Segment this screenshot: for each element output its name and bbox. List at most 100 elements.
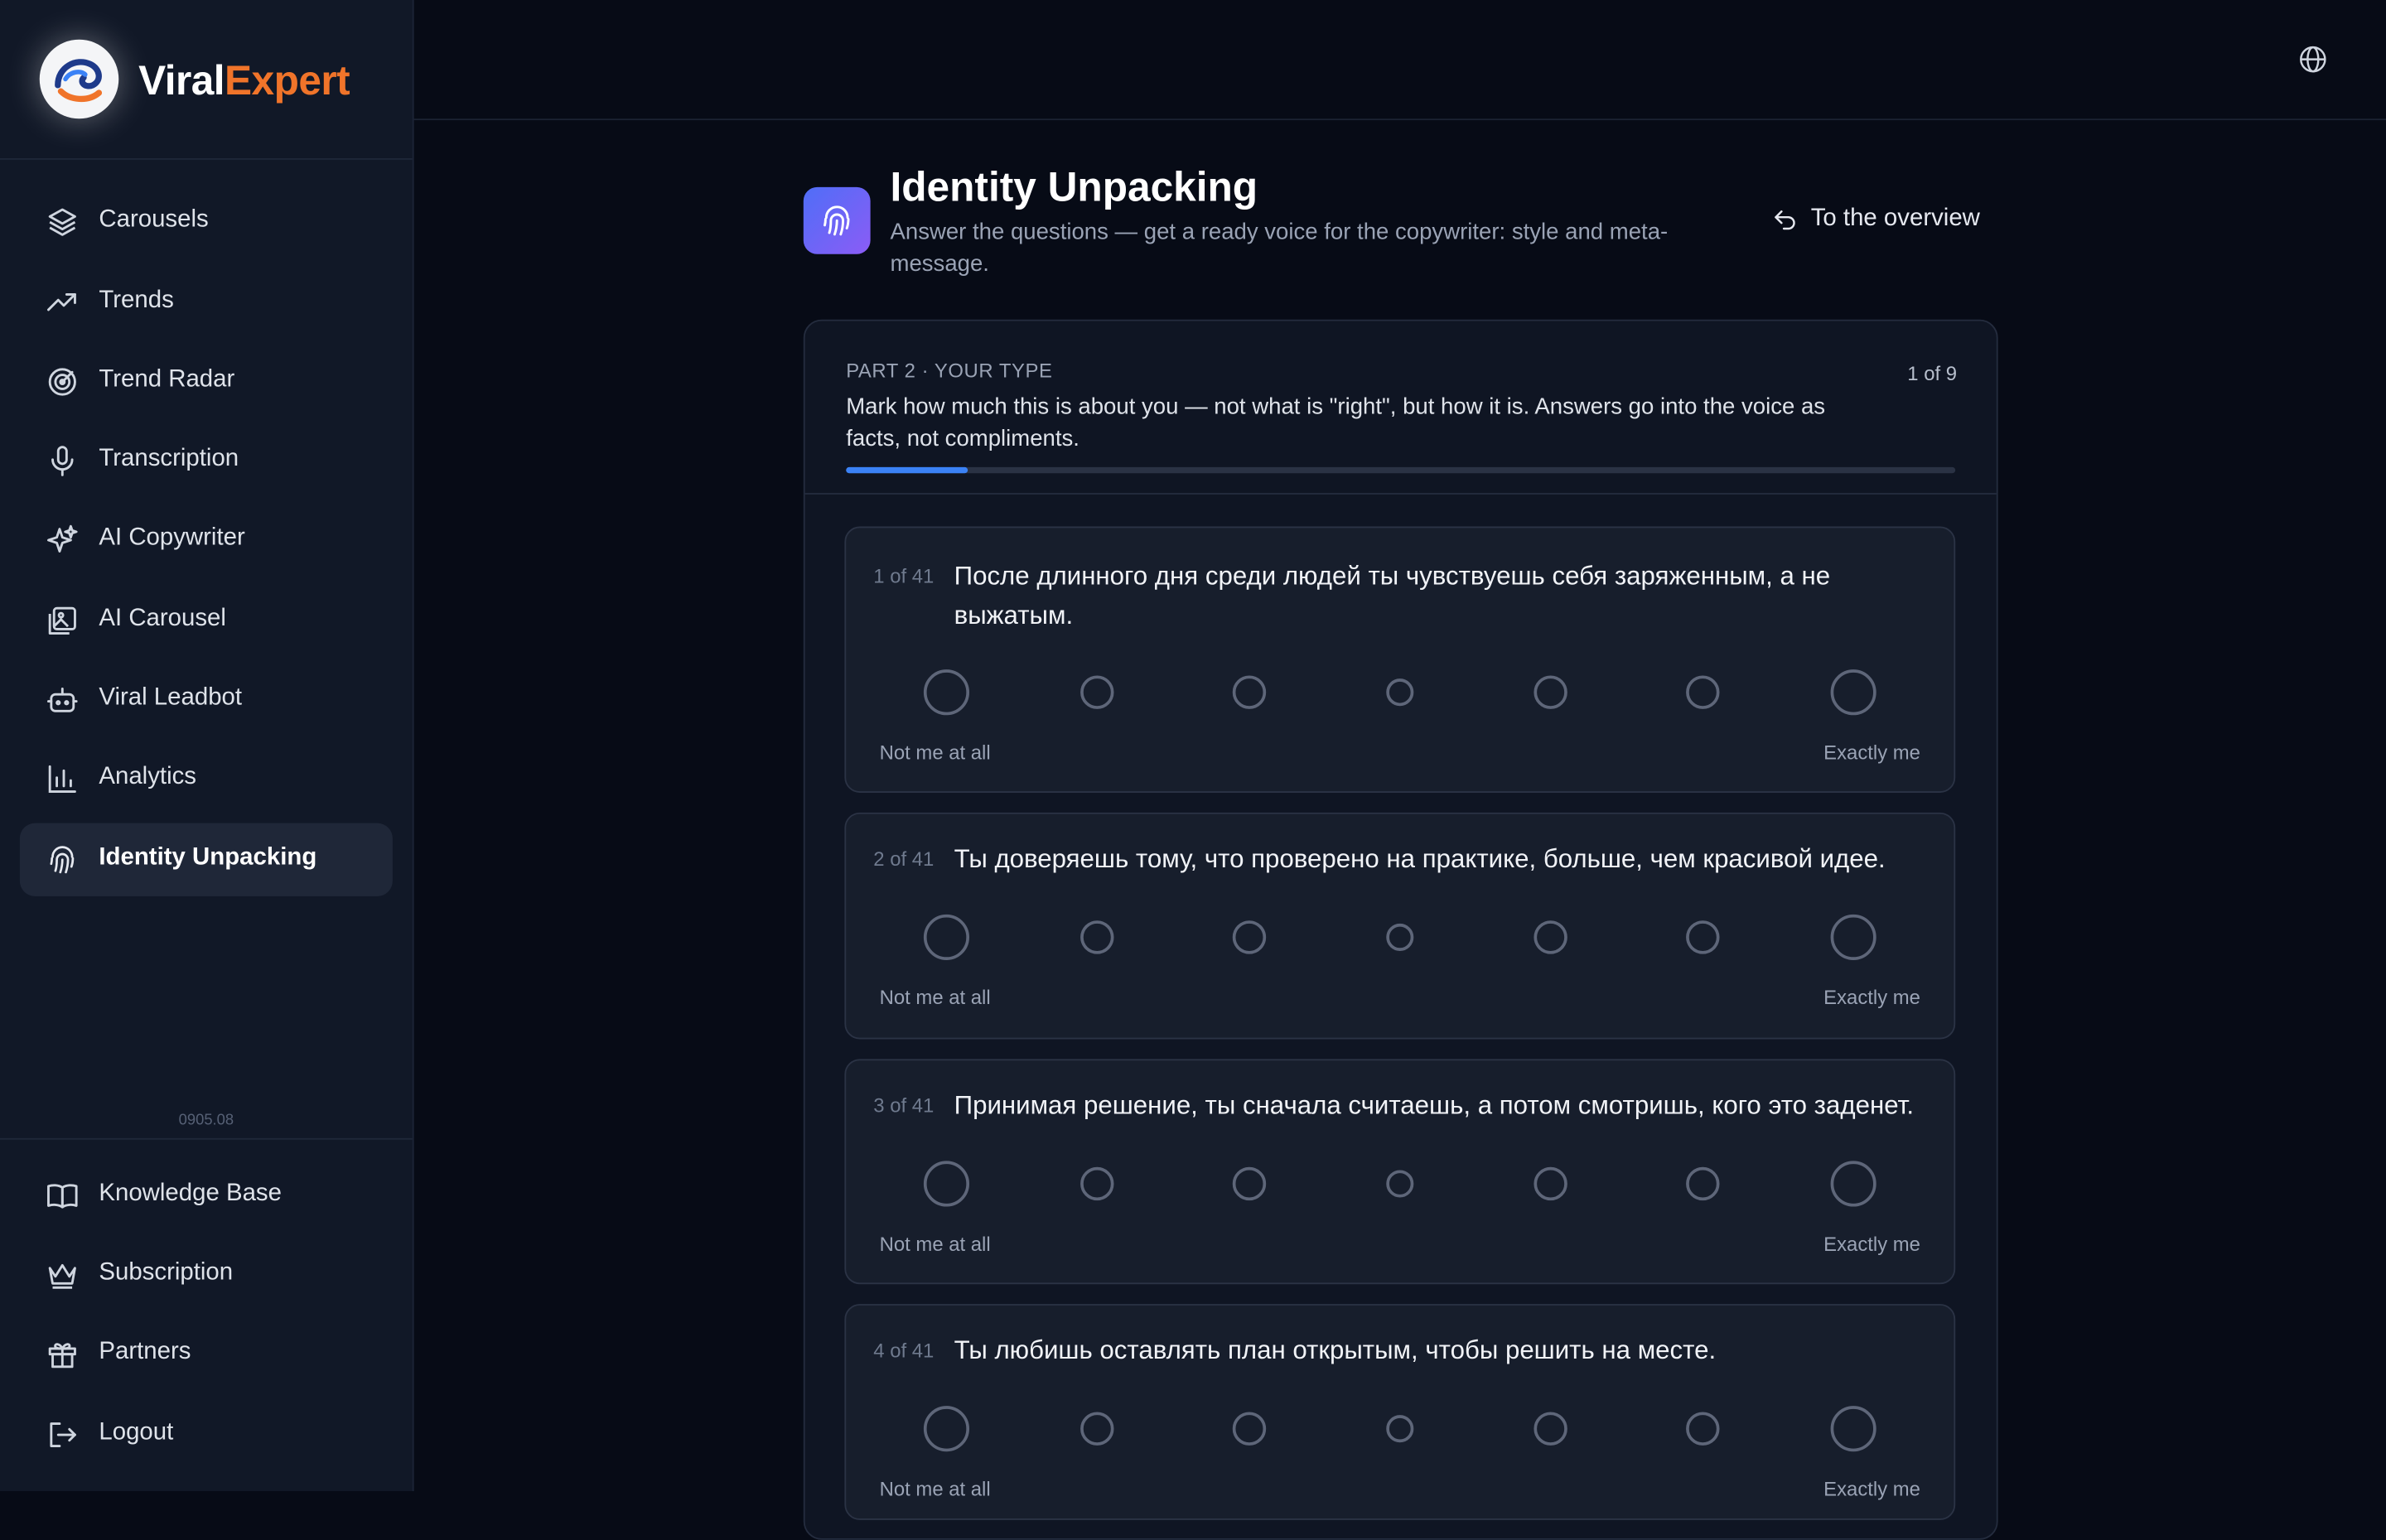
likert-option-6[interactable] [1686, 1412, 1720, 1446]
likert-option-1[interactable] [923, 1161, 969, 1207]
crown-icon [48, 1263, 76, 1289]
bar-chart-icon [48, 765, 76, 793]
section-counter: 1 of 9 [1907, 362, 1958, 385]
sidebar-item-carousels[interactable]: Carousels [20, 186, 393, 258]
likert-scale [846, 666, 1954, 717]
undo-arrow-icon [1775, 210, 1795, 230]
scale-label-high: Exactly me [1823, 741, 1920, 765]
likert-option-2[interactable] [1080, 1166, 1114, 1201]
section-progress-fill [846, 466, 968, 474]
scale-label-low: Not me at all [879, 741, 991, 765]
sidebar-item-label: Viral Leadbot [99, 684, 243, 711]
sidebar-divider [0, 1137, 413, 1140]
sidebar-item-transcription[interactable]: Transcription [20, 424, 393, 497]
question-text: Принимая решение, ты сначала считаешь, а… [954, 1090, 1915, 1120]
section-part-label: PART 2 · YOUR TYPE [846, 359, 1053, 383]
likert-option-5[interactable] [1534, 920, 1567, 954]
likert-scale [846, 1402, 1954, 1454]
sidebar-item-identity-unpacking[interactable]: Identity Unpacking [19, 823, 393, 896]
likert-option-2[interactable] [1080, 920, 1114, 954]
sidebar-item-label: AI Copywriter [99, 524, 245, 551]
likert-option-1[interactable] [923, 914, 969, 960]
page-subtitle: Answer the questions — get a ready voice… [890, 219, 1669, 278]
page-fingerprint-icon [803, 186, 871, 254]
sidebar-item-knowledge-base[interactable]: Knowledge Base [20, 1160, 393, 1233]
sidebar-item-ai-copywriter[interactable]: AI Copywriter [20, 504, 393, 577]
likert-option-5[interactable] [1534, 1166, 1567, 1201]
sidebar-item-label: Carousels [99, 206, 209, 234]
likert-option-6[interactable] [1686, 920, 1720, 954]
likert-option-5[interactable] [1534, 675, 1567, 709]
sidebar-item-partners[interactable]: Partners [20, 1318, 393, 1391]
section-progress-bar [846, 466, 1956, 474]
likert-option-7[interactable] [1830, 669, 1876, 716]
question-card: 4 of 41 Ты любишь оставлять план открыты… [844, 1304, 1956, 1520]
radar-icon [48, 368, 76, 396]
likert-option-6[interactable] [1686, 675, 1720, 709]
brand-name-part1: Viral [138, 57, 225, 104]
to-overview-label: To the overview [1810, 205, 1980, 232]
question-text: После длинного дня среди людей ты чувств… [954, 561, 1831, 630]
scale-label-low: Not me at all [879, 986, 991, 1009]
likert-option-2[interactable] [1080, 675, 1114, 709]
section-instructions: Mark how much this is about you — not wh… [846, 393, 1826, 452]
likert-scale [846, 1158, 1954, 1209]
likert-option-4[interactable] [1386, 1170, 1414, 1198]
likert-option-3[interactable] [1232, 920, 1267, 954]
sidebar-item-analytics[interactable]: Analytics [20, 742, 393, 815]
likert-option-4[interactable] [1386, 923, 1414, 951]
trending-up-icon [47, 292, 76, 311]
likert-option-4[interactable] [1386, 678, 1414, 707]
sidebar-item-ai-carousel[interactable]: AI Carousel [20, 584, 393, 657]
app-root: ViralExpert Carousels Trends Trend Radar… [0, 0, 2386, 1540]
logout-icon [50, 1422, 76, 1447]
likert-option-2[interactable] [1080, 1412, 1114, 1446]
microphone-icon [51, 446, 74, 476]
likert-option-7[interactable] [1830, 1406, 1876, 1452]
top-bar [413, 0, 2386, 121]
app-version: 0905.08 [178, 1112, 234, 1129]
likert-option-7[interactable] [1830, 1161, 1876, 1207]
question-text: Ты доверяешь тому, что проверено на прак… [954, 844, 1886, 874]
sparkles-icon [47, 524, 78, 553]
sidebar-item-subscription[interactable]: Subscription [20, 1238, 393, 1311]
page-title: Identity Unpacking [890, 164, 1258, 210]
question-number: 2 of 41 [873, 847, 935, 871]
layers-icon [48, 208, 76, 236]
sidebar-item-trends[interactable]: Trends [20, 266, 393, 339]
brand-name[interactable]: ViralExpert [138, 58, 350, 105]
scale-label-high: Exactly me [1823, 1477, 1920, 1501]
sidebar: ViralExpert Carousels Trends Trend Radar… [0, 0, 414, 1491]
sidebar-item-logout[interactable]: Logout [20, 1398, 393, 1471]
sidebar-item-viral-leadbot[interactable]: Viral Leadbot [20, 664, 393, 736]
likert-option-6[interactable] [1686, 1166, 1720, 1201]
likert-option-3[interactable] [1232, 1166, 1267, 1201]
sidebar-item-label: Logout [99, 1419, 174, 1446]
sidebar-item-trend-radar[interactable]: Trend Radar [20, 345, 393, 418]
likert-option-7[interactable] [1830, 914, 1876, 960]
likert-option-3[interactable] [1232, 1412, 1267, 1446]
likert-option-3[interactable] [1232, 675, 1267, 709]
likert-option-5[interactable] [1534, 1412, 1567, 1446]
brand-name-part2: Expert [225, 57, 350, 104]
bot-icon [47, 687, 78, 712]
question-number: 3 of 41 [873, 1093, 935, 1118]
sidebar-item-label: Subscription [99, 1259, 234, 1287]
book-icon [47, 1184, 78, 1209]
scale-label-high: Exactly me [1823, 986, 1920, 1009]
brand-logo-icon[interactable] [39, 39, 119, 119]
sidebar-item-label: Identity Unpacking [99, 844, 317, 871]
sidebar-item-label: Partners [99, 1339, 191, 1365]
sidebar-item-label: Trend Radar [99, 366, 235, 393]
sidebar-item-label: AI Carousel [99, 606, 226, 632]
likert-option-4[interactable] [1386, 1415, 1414, 1443]
globe-icon[interactable] [2297, 44, 2328, 75]
question-card: 3 of 41 Принимая решение, ты сначала счи… [844, 1059, 1956, 1285]
sidebar-item-label: Trends [99, 287, 174, 314]
likert-scale [846, 911, 1954, 963]
likert-option-1[interactable] [923, 1406, 969, 1452]
gift-icon [48, 1343, 76, 1369]
section-header: PART 2 · YOUR TYPE 1 of 9 Mark how much … [804, 321, 1997, 495]
image-stack-icon [48, 606, 76, 635]
likert-option-1[interactable] [923, 669, 969, 716]
